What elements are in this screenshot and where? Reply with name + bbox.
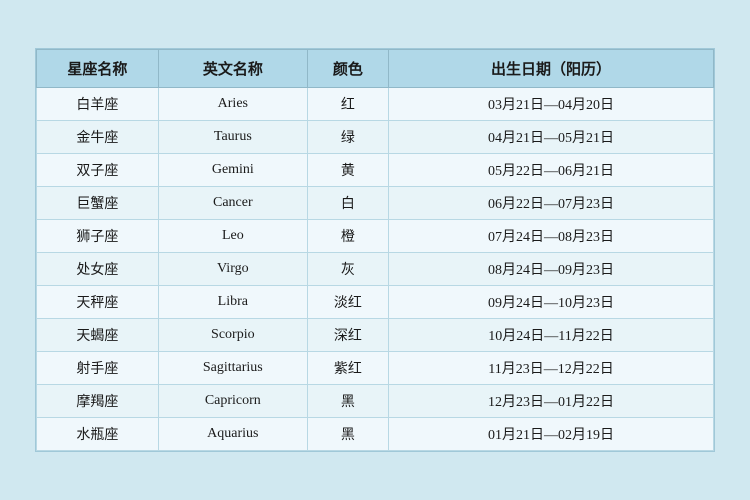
- cell-color: 白: [307, 187, 388, 220]
- cell-en: Aquarius: [158, 418, 307, 451]
- cell-zh: 金牛座: [37, 121, 159, 154]
- cell-color: 红: [307, 88, 388, 121]
- zodiac-table: 星座名称 英文名称 颜色 出生日期（阳历） 白羊座Aries红03月21日—04…: [36, 49, 714, 451]
- cell-en: Libra: [158, 286, 307, 319]
- cell-zh: 双子座: [37, 154, 159, 187]
- table-row: 白羊座Aries红03月21日—04月20日: [37, 88, 714, 121]
- cell-color: 绿: [307, 121, 388, 154]
- cell-zh: 处女座: [37, 253, 159, 286]
- cell-date: 07月24日—08月23日: [389, 220, 714, 253]
- cell-date: 04月21日—05月21日: [389, 121, 714, 154]
- cell-en: Leo: [158, 220, 307, 253]
- cell-color: 橙: [307, 220, 388, 253]
- cell-date: 12月23日—01月22日: [389, 385, 714, 418]
- cell-zh: 射手座: [37, 352, 159, 385]
- cell-zh: 摩羯座: [37, 385, 159, 418]
- cell-date: 06月22日—07月23日: [389, 187, 714, 220]
- cell-color: 黄: [307, 154, 388, 187]
- table-row: 处女座Virgo灰08月24日—09月23日: [37, 253, 714, 286]
- cell-date: 11月23日—12月22日: [389, 352, 714, 385]
- cell-en: Capricorn: [158, 385, 307, 418]
- cell-zh: 水瓶座: [37, 418, 159, 451]
- table-row: 水瓶座Aquarius黑01月21日—02月19日: [37, 418, 714, 451]
- cell-zh: 白羊座: [37, 88, 159, 121]
- cell-color: 淡红: [307, 286, 388, 319]
- cell-date: 03月21日—04月20日: [389, 88, 714, 121]
- table-row: 天秤座Libra淡红09月24日—10月23日: [37, 286, 714, 319]
- cell-date: 09月24日—10月23日: [389, 286, 714, 319]
- cell-en: Cancer: [158, 187, 307, 220]
- cell-color: 灰: [307, 253, 388, 286]
- table-row: 天蝎座Scorpio深红10月24日—11月22日: [37, 319, 714, 352]
- header-en: 英文名称: [158, 50, 307, 88]
- cell-zh: 天蝎座: [37, 319, 159, 352]
- cell-en: Scorpio: [158, 319, 307, 352]
- cell-color: 黑: [307, 418, 388, 451]
- table-row: 狮子座Leo橙07月24日—08月23日: [37, 220, 714, 253]
- cell-en: Taurus: [158, 121, 307, 154]
- cell-en: Aries: [158, 88, 307, 121]
- cell-date: 08月24日—09月23日: [389, 253, 714, 286]
- cell-color: 黑: [307, 385, 388, 418]
- cell-date: 05月22日—06月21日: [389, 154, 714, 187]
- cell-date: 01月21日—02月19日: [389, 418, 714, 451]
- header-date: 出生日期（阳历）: [389, 50, 714, 88]
- table-row: 金牛座Taurus绿04月21日—05月21日: [37, 121, 714, 154]
- cell-en: Sagittarius: [158, 352, 307, 385]
- cell-en: Gemini: [158, 154, 307, 187]
- table-row: 摩羯座Capricorn黑12月23日—01月22日: [37, 385, 714, 418]
- table-header-row: 星座名称 英文名称 颜色 出生日期（阳历）: [37, 50, 714, 88]
- cell-color: 紫红: [307, 352, 388, 385]
- header-color: 颜色: [307, 50, 388, 88]
- table-row: 射手座Sagittarius紫红11月23日—12月22日: [37, 352, 714, 385]
- cell-en: Virgo: [158, 253, 307, 286]
- header-zh: 星座名称: [37, 50, 159, 88]
- table-row: 双子座Gemini黄05月22日—06月21日: [37, 154, 714, 187]
- cell-zh: 狮子座: [37, 220, 159, 253]
- cell-color: 深红: [307, 319, 388, 352]
- zodiac-table-container: 星座名称 英文名称 颜色 出生日期（阳历） 白羊座Aries红03月21日—04…: [35, 48, 715, 452]
- cell-zh: 巨蟹座: [37, 187, 159, 220]
- cell-zh: 天秤座: [37, 286, 159, 319]
- table-row: 巨蟹座Cancer白06月22日—07月23日: [37, 187, 714, 220]
- cell-date: 10月24日—11月22日: [389, 319, 714, 352]
